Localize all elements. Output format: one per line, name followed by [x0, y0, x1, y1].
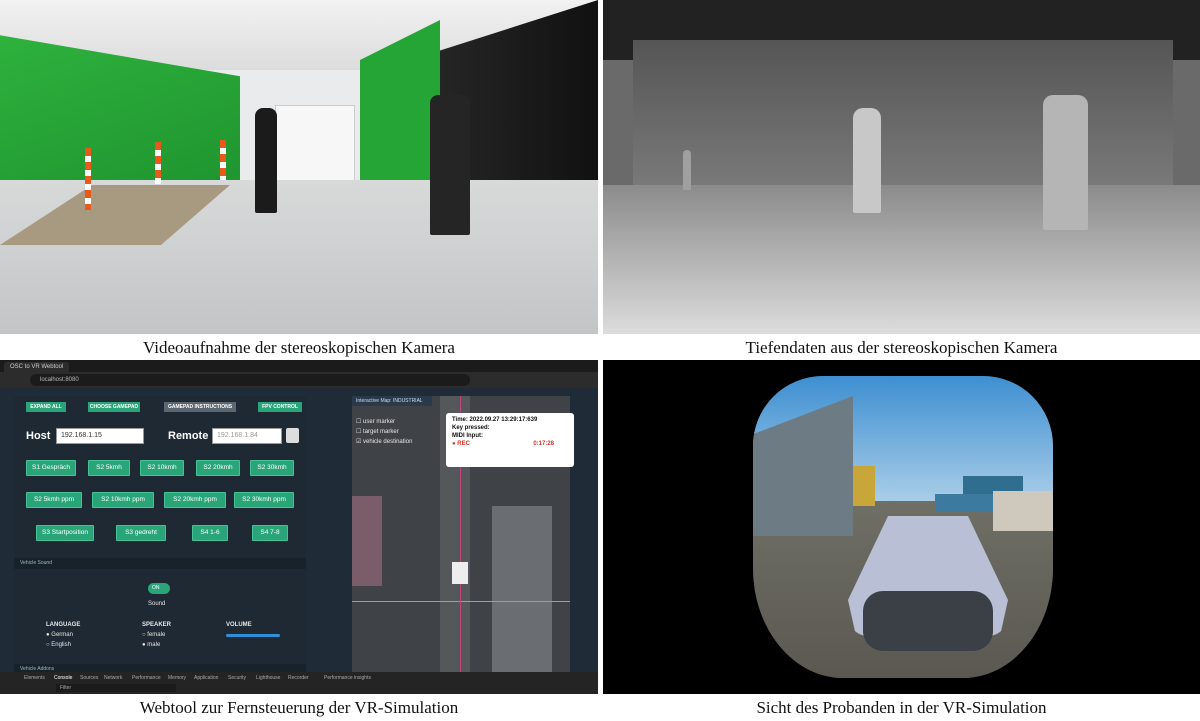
browser-tab[interactable]: OSC to VR Webtool — [4, 362, 70, 372]
language-option-german[interactable]: ● German — [46, 632, 73, 638]
control-panel: EXPAND ALL CHOOSE GAMEPAD GAMEPAD INSTRU… — [14, 396, 306, 676]
check-user-text: user marker — [363, 419, 396, 425]
browser-toolbar: localhost:8080 — [0, 372, 598, 388]
vr-container — [935, 494, 995, 512]
traffic-cone — [220, 140, 226, 180]
sound-toggle[interactable]: ON — [148, 583, 170, 594]
choose-gamepad-button[interactable]: CHOOSE GAMEPAD — [88, 402, 140, 412]
language-label: LANGUAGE — [46, 622, 81, 628]
s3-startposition-button[interactable]: S3 Startposition — [36, 525, 94, 541]
host-input[interactable]: 192.168.1.15 — [56, 428, 144, 444]
remote-input[interactable]: 192.168.1.84 — [212, 428, 282, 444]
devtools-tab[interactable]: Lighthouse — [256, 674, 280, 682]
traffic-cone — [155, 142, 161, 184]
map-title: Interactive Map: INDUSTRIAL — [352, 396, 432, 406]
s2-5kmh-button[interactable]: S2 5kmh — [88, 460, 130, 476]
devtools-tab[interactable]: Performance — [132, 674, 161, 682]
vr-lens-view — [753, 376, 1053, 678]
devtools-tab[interactable]: Recorder — [288, 674, 309, 682]
vr-view-panel — [603, 360, 1200, 694]
host-label: Host — [26, 430, 51, 442]
devtools-filter-input[interactable]: Filter — [56, 684, 176, 692]
s2-30kmh-ppm-button[interactable]: S2 30kmh ppm — [234, 492, 294, 508]
section-vehicle-sound[interactable]: Vehicle Sound — [14, 558, 306, 569]
speaker-option-female[interactable]: ○ female — [142, 632, 165, 638]
speaker-option-male[interactable]: ● male — [142, 642, 160, 648]
vr-building — [993, 491, 1053, 531]
devtools-tab[interactable]: Console — [54, 674, 72, 682]
s4-1-6-button[interactable]: S4 1-6 — [192, 525, 228, 541]
devtools-tab[interactable]: Sources — [80, 674, 98, 682]
rec-timer: 0:17:28 — [533, 441, 554, 447]
fpv-control-button[interactable]: FPV CONTROL — [258, 402, 302, 412]
devtools-tab[interactable]: Security — [228, 674, 246, 682]
s2-30kmh-button[interactable]: S2 30kmh — [250, 460, 294, 476]
status-key: Key pressed: — [452, 425, 490, 431]
vehicle-marker-icon[interactable] — [452, 562, 468, 584]
white-backdrop — [275, 105, 355, 185]
devtools-tab[interactable]: Memory — [168, 674, 186, 682]
map-check-destination[interactable]: ☑ vehicle destination — [356, 438, 412, 445]
depth-floor — [603, 185, 1200, 334]
depth-person — [1043, 95, 1088, 230]
s4-7-8-button[interactable]: S4 7-8 — [252, 525, 288, 541]
save-icon[interactable] — [286, 428, 299, 443]
caption-vr: Sicht des Probanden in der VR-Simulation — [756, 698, 1047, 717]
s2-20kmh-button[interactable]: S2 20kmh — [196, 460, 240, 476]
map-line — [352, 601, 570, 602]
vr-tank — [853, 466, 875, 506]
speaker-female-text: female — [147, 632, 166, 638]
volume-label: VOLUME — [226, 622, 252, 628]
speaker-label: SPEAKER — [142, 622, 172, 628]
video-recording-panel — [0, 0, 598, 334]
check-destination-text: vehicle destination — [363, 439, 413, 445]
s3-gedreht-button[interactable]: S3 gedreht — [116, 525, 166, 541]
map-building — [352, 496, 382, 586]
person-headset — [255, 108, 277, 213]
caption-webtool: Webtool zur Fernsteuerung der VR-Simulat… — [139, 698, 459, 717]
caption-depth: Tiefendaten aus der stereoskopischen Kam… — [745, 338, 1058, 357]
rec-indicator: ● REC 0:17:28 — [452, 441, 554, 447]
depth-person — [853, 108, 881, 213]
status-card: Time: 2022.09.27 13:29:17:639 Key presse… — [446, 413, 574, 467]
map-building — [492, 506, 552, 676]
devtools-tab[interactable]: Performance insights — [324, 674, 371, 682]
depth-wall — [633, 40, 1173, 190]
person-standing — [430, 95, 470, 235]
devtools-tab[interactable]: Elements — [24, 674, 45, 682]
check-target-text: target marker — [363, 429, 399, 435]
s2-5kmh-ppm-button[interactable]: S2 5kmh ppm — [26, 492, 82, 508]
speaker-male-text: male — [147, 642, 161, 648]
address-bar[interactable]: localhost:8080 — [30, 374, 470, 386]
remote-label: Remote — [168, 430, 209, 442]
sound-label: Sound — [148, 601, 166, 607]
s1-gesprach-button[interactable]: S1 Gespräch — [26, 460, 76, 476]
caption-video: Videoaufnahme der stereoskopischen Kamer… — [143, 338, 455, 357]
browser-tabbar: OSC to VR Webtool — [0, 360, 598, 372]
traffic-cone — [85, 148, 91, 210]
volume-slider[interactable] — [226, 634, 280, 637]
gamepad-instructions-button[interactable]: GAMEPAD INSTRUCTIONS — [164, 402, 236, 412]
s2-20kmh-ppm-button[interactable]: S2 20kmh ppm — [164, 492, 226, 508]
language-english-text: English — [51, 642, 71, 648]
map-check-user[interactable]: ☐ user marker — [356, 418, 395, 425]
devtools-bar: Elements Console Sources Network Perform… — [0, 672, 598, 694]
status-midi: MIDI Input: — [452, 433, 483, 439]
depth-data-panel — [603, 0, 1200, 334]
rec-label: REC — [457, 441, 470, 447]
devtools-tab[interactable]: Application — [194, 674, 218, 682]
devtools-tab[interactable]: Network — [104, 674, 122, 682]
language-option-english[interactable]: ○ English — [46, 642, 71, 648]
expand-all-button[interactable]: EXPAND ALL — [26, 402, 66, 412]
s2-10kmh-button[interactable]: S2 10kmh — [140, 460, 184, 476]
depth-cone — [683, 150, 691, 190]
map-check-target[interactable]: ☐ target marker — [356, 428, 399, 435]
status-time: Time: 2022.09.27 13:29:17:639 — [452, 417, 538, 423]
webtool-panel: OSC to VR Webtool localhost:8080 EXPAND … — [0, 360, 598, 694]
s2-10kmh-ppm-button[interactable]: S2 10kmh ppm — [92, 492, 154, 508]
language-german-text: German — [51, 632, 73, 638]
vr-vehicle-hood — [863, 591, 993, 651]
